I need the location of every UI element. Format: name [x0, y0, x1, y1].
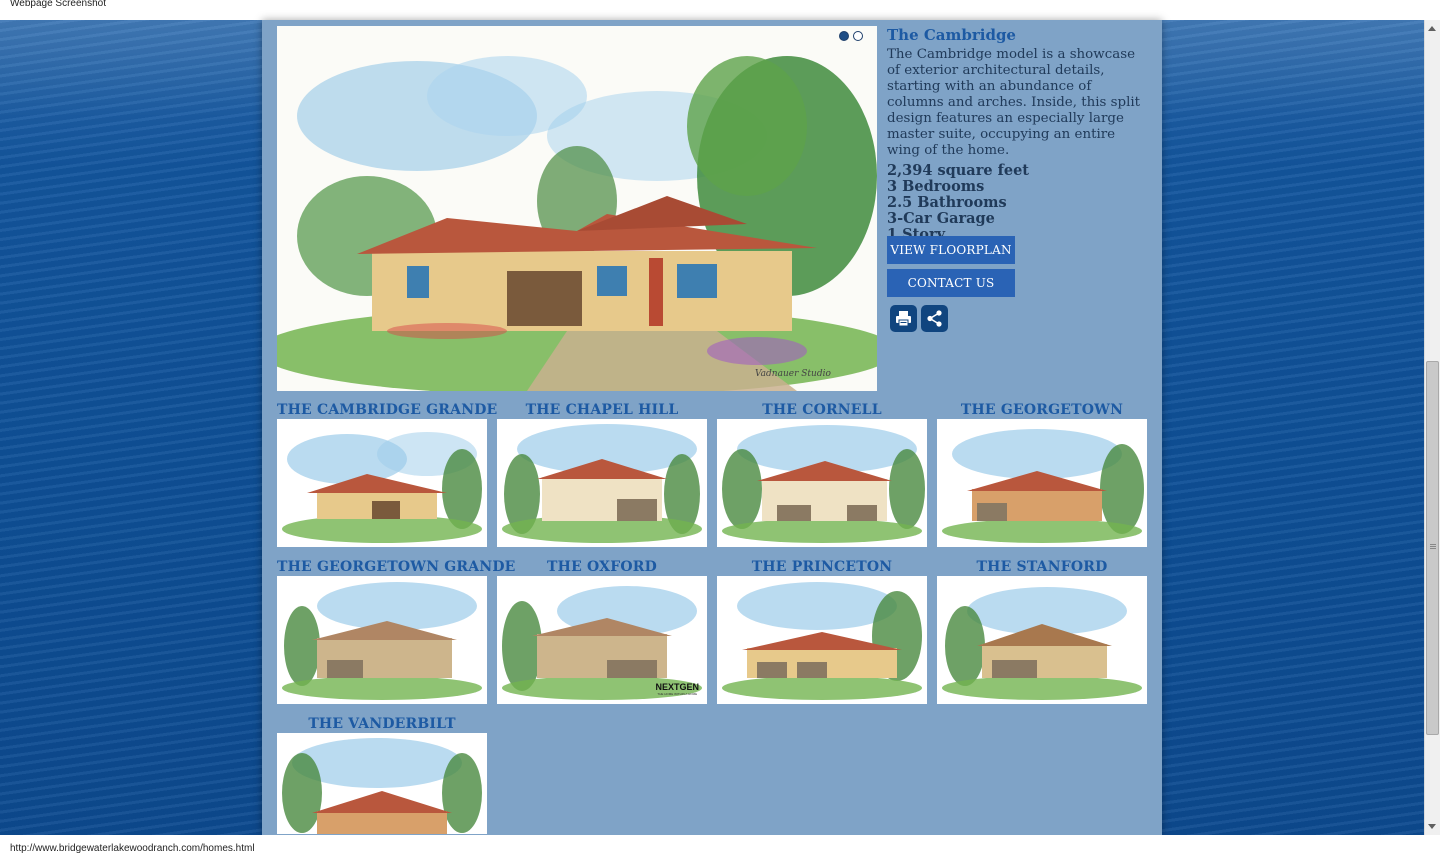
home-card-label[interactable]: THE OXFORD [497, 559, 707, 576]
print-button[interactable] [890, 305, 917, 332]
scrollbar-thumb[interactable] [1426, 361, 1439, 735]
printer-icon [896, 311, 911, 327]
nextgen-badge-title: NEXTGEN [655, 682, 699, 692]
home-card-image[interactable] [277, 419, 487, 547]
home-card-label[interactable]: THE GEORGETOWN [937, 402, 1147, 419]
home-card-label[interactable]: THE CHAPEL HILL [497, 402, 707, 419]
nextgen-badge-subtitle: THE HOME WITHIN A HOME [657, 692, 698, 696]
home-card-vanderbilt[interactable]: THE VANDERBILT [277, 716, 487, 834]
home-card-image[interactable]: NEXTGEN THE HOME WITHIN A HOME [497, 576, 707, 704]
window-caption: Webpage Screenshot [10, 0, 106, 9]
model-description: The Cambridge model is a showcase of ext… [887, 47, 1141, 158]
home-card-image[interactable] [937, 419, 1147, 547]
status-url: http://www.bridgewaterlakewoodranch.com/… [10, 843, 255, 854]
window-caption-bar: Webpage Screenshot [0, 0, 1440, 20]
view-floorplan-button[interactable]: VIEW FLOORPLAN [887, 236, 1015, 264]
scroll-up-arrow-icon[interactable] [1428, 26, 1436, 31]
home-card-image[interactable] [717, 419, 927, 547]
hero-slideshow: Vadnauer Studio [277, 26, 877, 391]
home-card-georgetown-grande[interactable]: THE GEORGETOWN GRANDE [277, 559, 515, 704]
status-bar: http://www.bridgewaterlakewoodranch.com/… [0, 835, 1440, 855]
share-button[interactable] [921, 305, 948, 332]
home-card-image[interactable] [277, 733, 487, 834]
model-info: The Cambridge The Cambridge model is a s… [887, 26, 1149, 243]
grip-icon [1430, 544, 1436, 550]
slide-dot-2[interactable] [853, 31, 863, 41]
home-card-label[interactable]: THE PRINCETON [717, 559, 927, 576]
vertical-scrollbar[interactable] [1424, 20, 1440, 835]
home-card-image[interactable] [277, 576, 487, 704]
home-card-label[interactable]: THE GEORGETOWN GRANDE [277, 559, 515, 576]
share-icon [927, 310, 942, 327]
spec-garage: 3-Car Garage [887, 210, 995, 227]
home-card-label[interactable]: THE CORNELL [717, 402, 927, 419]
home-card-image[interactable] [717, 576, 927, 704]
home-card-stanford[interactable]: THE STANFORD [937, 559, 1147, 704]
spec-bedrooms: 3 Bedrooms [887, 178, 985, 195]
spec-bathrooms: 2.5 Bathrooms [887, 194, 1007, 211]
model-title: The Cambridge [887, 26, 1016, 44]
home-card-cornell[interactable]: THE CORNELL [717, 402, 927, 547]
model-specs: 2,394 square feet 3 Bedrooms 2.5 Bathroo… [887, 163, 1149, 243]
home-card-oxford[interactable]: THE OXFORD NEXTGEN THE HOME WITHIN A HOM… [497, 559, 707, 704]
home-card-label[interactable]: THE CAMBRIDGE GRANDE [277, 402, 497, 419]
home-card-princeton[interactable]: THE PRINCETON [717, 559, 927, 704]
spec-square-feet: 2,394 square feet [887, 162, 1029, 179]
slide-dot-1[interactable] [839, 31, 849, 41]
home-card-cambridge-grande[interactable]: THE CAMBRIDGE GRANDE [277, 402, 497, 547]
contact-us-button[interactable]: CONTACT US [887, 269, 1015, 297]
home-card-chapel-hill[interactable]: THE CHAPEL HILL [497, 402, 707, 547]
nextgen-badge: NEXTGEN THE HOME WITHIN A HOME [655, 682, 699, 698]
slide-dots [839, 31, 863, 41]
hero-house-illustration: Vadnauer Studio [277, 56, 877, 391]
home-card-image[interactable] [937, 576, 1147, 704]
scroll-down-arrow-icon[interactable] [1428, 824, 1436, 829]
artist-signature: Vadnauer Studio [755, 369, 831, 379]
home-card-label[interactable]: THE STANFORD [937, 559, 1147, 576]
home-card-georgetown[interactable]: THE GEORGETOWN [937, 402, 1147, 547]
home-card-image[interactable] [497, 419, 707, 547]
home-card-label[interactable]: THE VANDERBILT [277, 716, 487, 733]
